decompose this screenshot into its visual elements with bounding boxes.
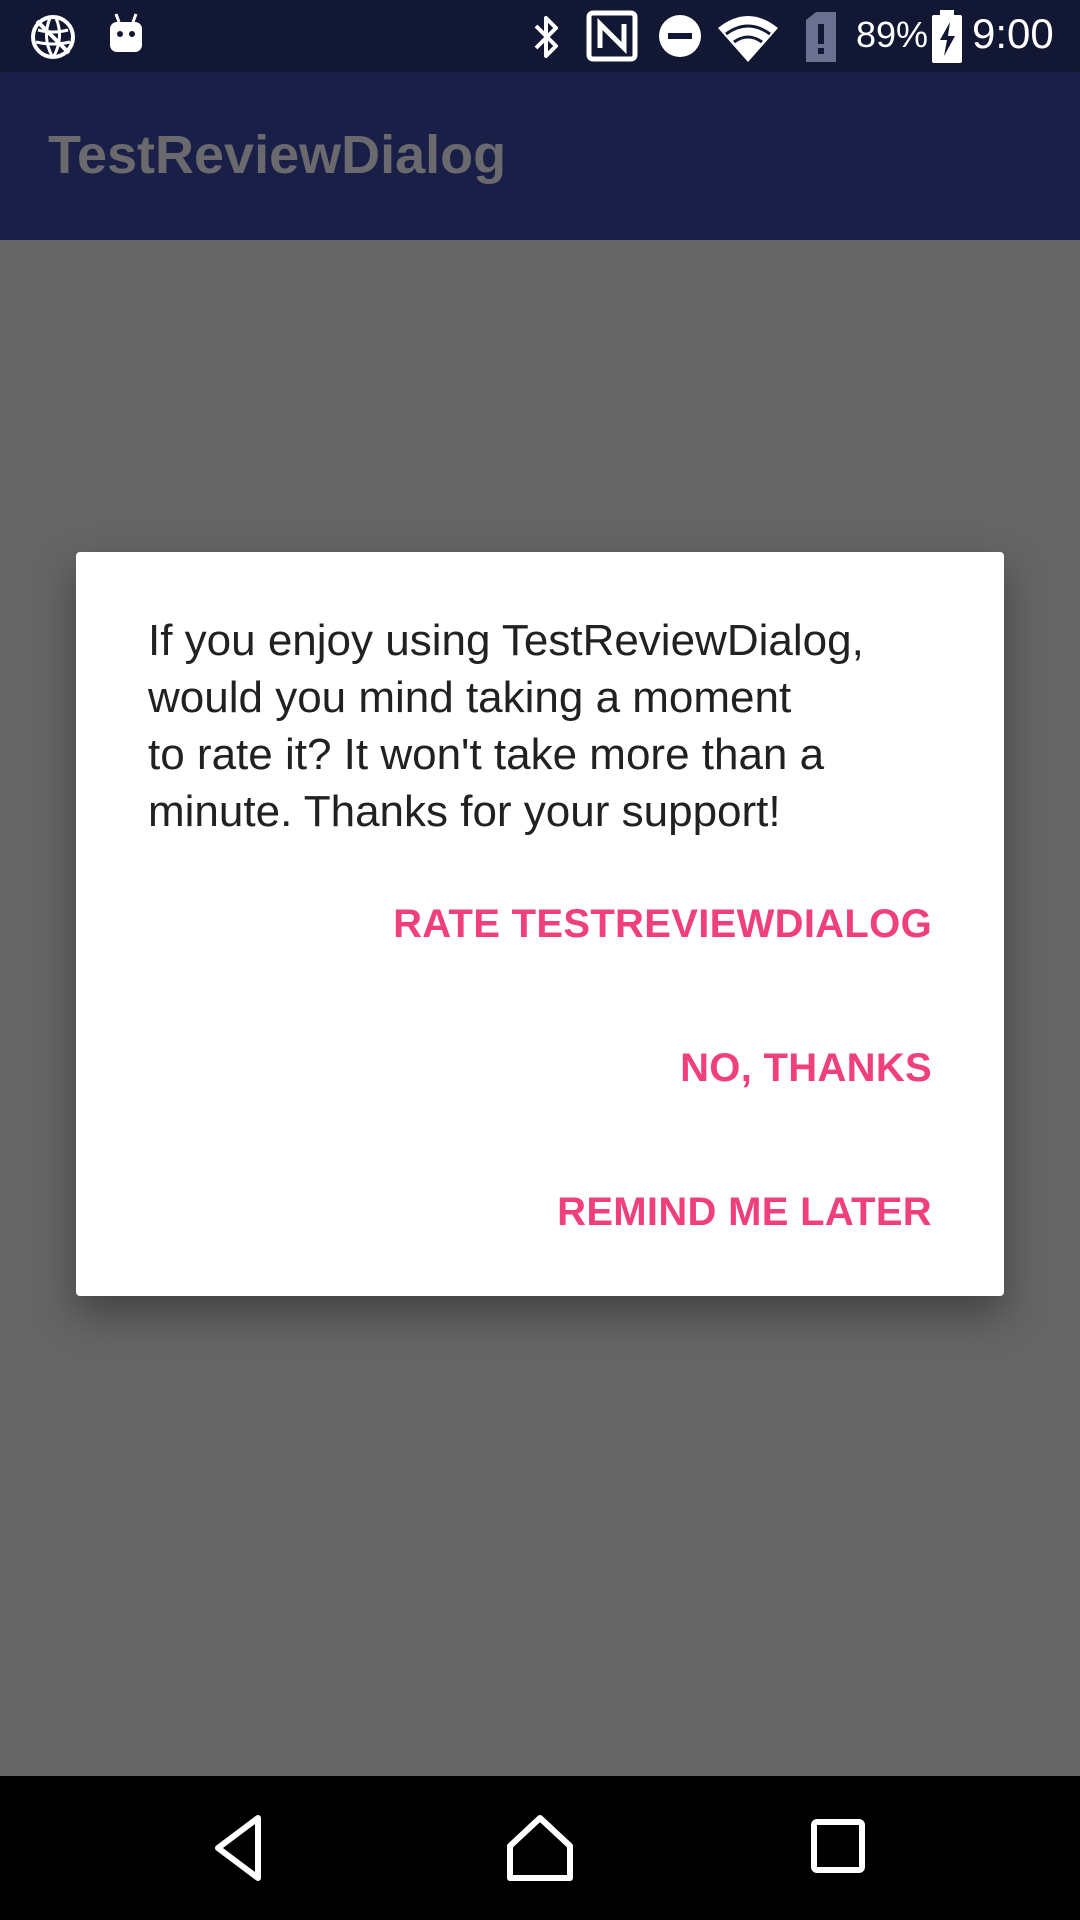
android-icon	[110, 13, 142, 52]
status-bar: 89% 9:00	[0, 0, 1080, 72]
vpn-globe-icon	[31, 15, 75, 59]
status-clock: 9:00	[972, 10, 1054, 57]
wifi-icon	[718, 16, 778, 62]
recents-icon[interactable]	[794, 1802, 886, 1894]
app-bar: TestReviewDialog	[0, 72, 1080, 240]
home-icon[interactable]	[494, 1802, 586, 1894]
battery-charging-icon	[932, 10, 962, 63]
navigation-bar	[0, 1776, 1080, 1920]
battery-percent: 89%	[856, 14, 929, 55]
do-not-disturb-icon	[659, 15, 701, 57]
back-icon[interactable]	[196, 1802, 288, 1894]
remind-me-later-button[interactable]: REMIND ME LATER	[557, 1190, 932, 1235]
app-title: TestReviewDialog	[48, 125, 507, 185]
review-dialog: If you enjoy using TestReviewDialog, wou…	[76, 552, 1004, 1296]
dialog-message: If you enjoy using TestReviewDialog, wou…	[148, 616, 864, 836]
nfc-icon	[586, 10, 638, 62]
rate-button[interactable]: RATE TESTREVIEWDIALOG	[393, 902, 932, 947]
bluetooth-icon	[534, 16, 558, 58]
no-thanks-button[interactable]: NO, THANKS	[680, 1046, 932, 1091]
sim-alert-icon	[806, 12, 836, 62]
